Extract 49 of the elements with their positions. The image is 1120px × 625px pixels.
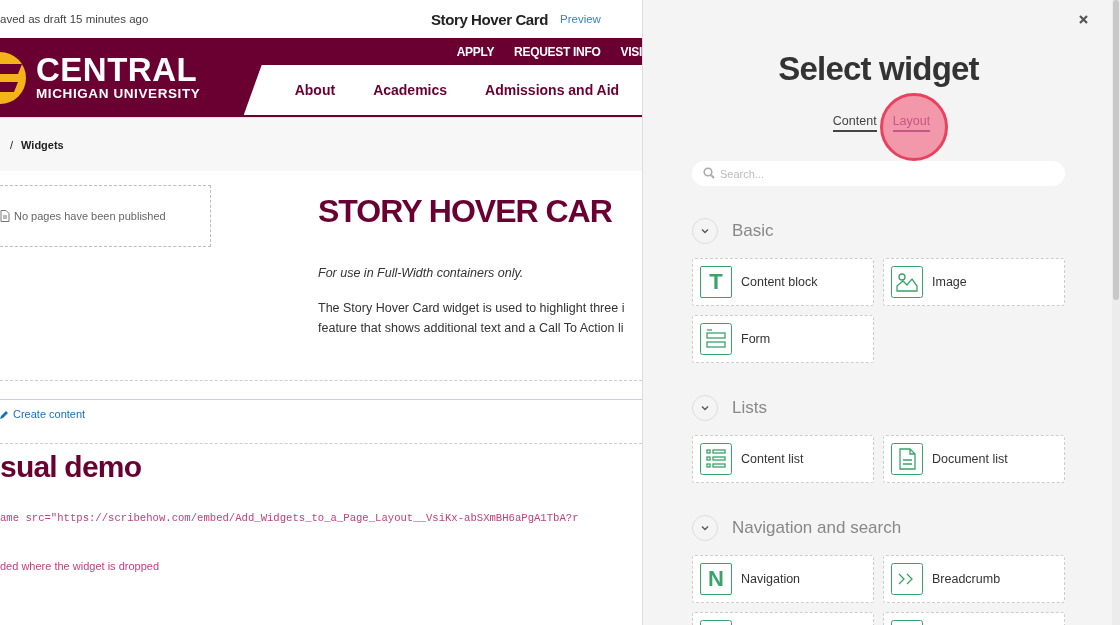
search-field[interactable]: Search... (692, 161, 1065, 186)
nav-link[interactable]: Academics (373, 82, 448, 98)
create-content-link[interactable]: Create content (0, 400, 86, 428)
widget-card[interactable]: Form (692, 315, 874, 363)
embed-code: ame src="https://scribehow.com/embed/Add_Widgets_to_a_Page_Layout__VsiKx-abSXmBH6aPgA1TbA?r (0, 512, 579, 524)
preview-link[interactable]: Preview (560, 13, 601, 25)
letter-icon: T (700, 266, 732, 298)
section-title: Navigation and search (732, 517, 902, 538)
description-line: The Story Hover Card widget is used to highlight three i (318, 300, 625, 317)
widget-card[interactable]: Image (883, 258, 1065, 306)
letter-icon: N (700, 563, 732, 595)
widget-card[interactable]: Document list (883, 435, 1065, 483)
empty-message: No pages have been published (14, 210, 166, 222)
list-icon (700, 443, 732, 475)
widget-card[interactable]: N Navigation (692, 555, 874, 603)
nav-link[interactable]: Admissions and Aid (485, 82, 620, 98)
logo-wordmark: CENTRAL (36, 54, 199, 86)
close-icon[interactable] (1079, 15, 1088, 24)
chevrons-icon (891, 563, 923, 595)
form-icon (700, 323, 732, 355)
logo-subtitle: MICHIGAN UNIVERSITY (36, 86, 201, 101)
description-line: feature that shows additional text and a Call To Action li (318, 320, 625, 337)
section-heading: sual demo (0, 450, 143, 484)
utility-link[interactable]: APPLY (456, 44, 495, 59)
save-status: aved as draft 15 minutes ago (0, 13, 150, 25)
collapse-button[interactable] (692, 217, 718, 244)
article-heading: STORY HOVER CAR (318, 193, 613, 230)
widget-card[interactable]: Content list (692, 435, 874, 483)
panel-title: Select widget (778, 50, 979, 88)
breadcrumb-separator: / (10, 138, 14, 151)
collapse-button[interactable] (692, 514, 718, 541)
embed-note: ded where the widget is dropped (0, 560, 160, 572)
document-icon (891, 443, 923, 475)
breadcrumb-item: Widgets (21, 138, 64, 151)
scrollbar-thumb[interactable] (1113, 0, 1119, 300)
document-icon (0, 210, 10, 222)
tab[interactable]: Content (832, 114, 877, 132)
utility-link[interactable]: VISI (620, 44, 642, 59)
section-title: Lists (732, 397, 767, 418)
utility-link[interactable]: REQUEST INFO (514, 44, 601, 59)
collapse-button[interactable] (692, 394, 718, 421)
usage-note: For use in Full-Width containers only. (318, 266, 525, 280)
widget-card[interactable]: Breadcrumb (883, 555, 1065, 603)
nav-link[interactable]: About (294, 82, 336, 98)
widget-card[interactable]: T Content block (692, 258, 874, 306)
page-title: Story Hover Card (431, 10, 548, 28)
image-icon (891, 266, 923, 298)
pencil-icon (0, 409, 9, 419)
section-title: Basic (732, 220, 774, 241)
